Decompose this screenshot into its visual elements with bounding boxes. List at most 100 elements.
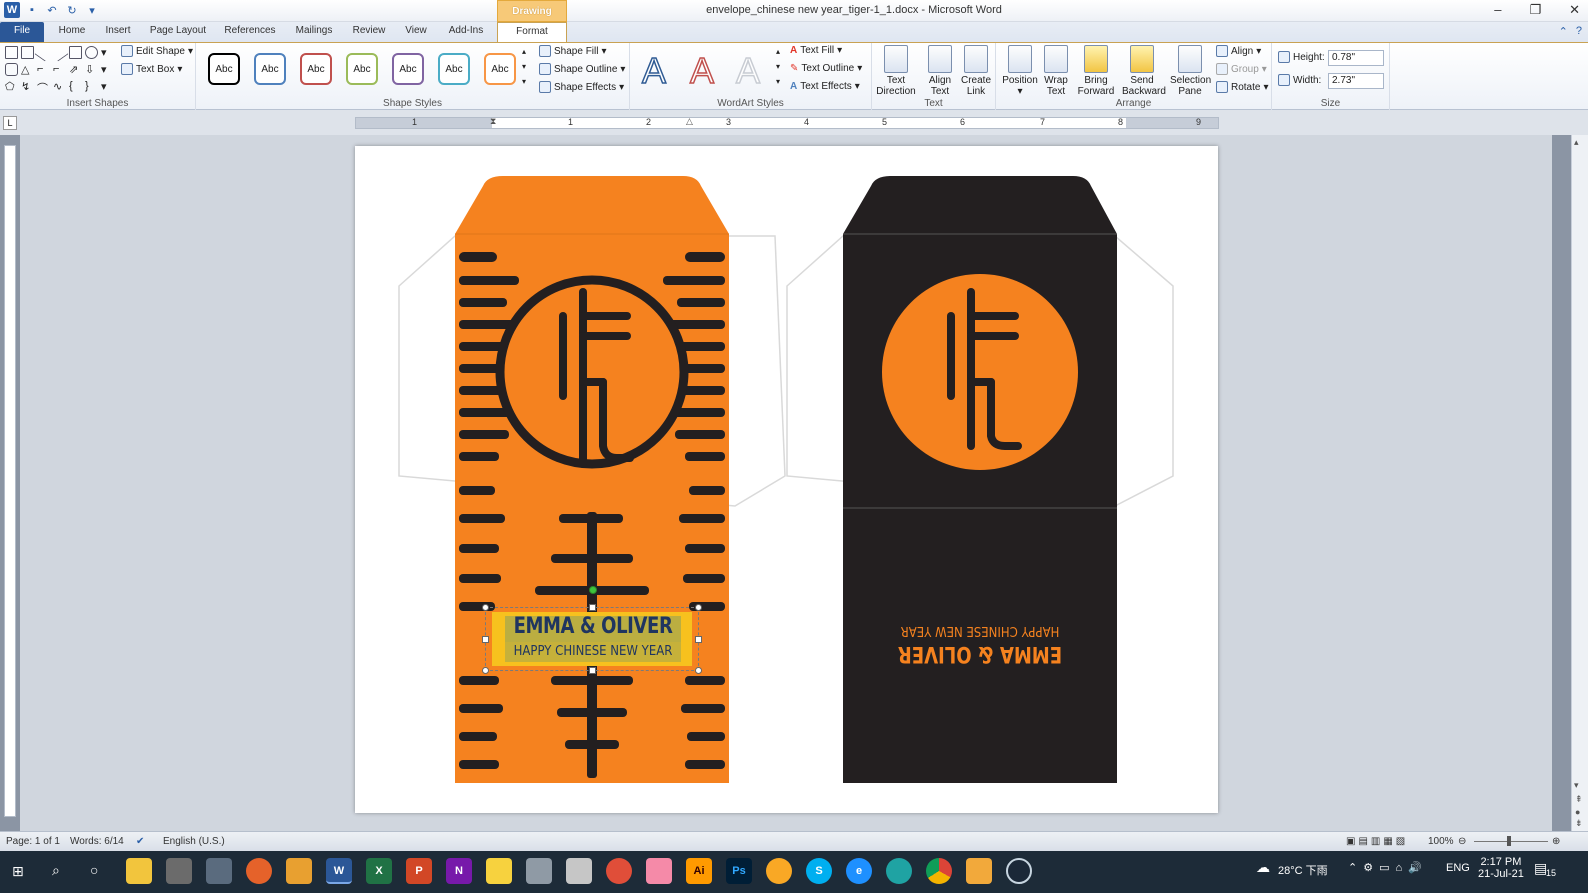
width-input[interactable]: 2.73" (1328, 73, 1384, 89)
weather-icon[interactable]: ☁ (1256, 859, 1270, 876)
shape-style-sample-4[interactable]: Abc (346, 53, 378, 85)
back-envelope[interactable] (843, 176, 1117, 783)
shape-style-sample-2[interactable]: Abc (254, 53, 286, 85)
input-language[interactable]: ENG (1446, 862, 1470, 874)
right-indent-marker-icon[interactable]: △ (686, 116, 693, 127)
app-icon[interactable] (246, 858, 272, 884)
text-box-button[interactable]: Text Box ▾ (121, 63, 182, 75)
start-icon[interactable]: ⊞ (12, 863, 24, 880)
search-icon[interactable]: ⌕ (52, 862, 60, 879)
word-taskbar-icon[interactable]: W (326, 858, 352, 884)
tab-mailings[interactable]: Mailings (292, 22, 336, 42)
shapes-gallery[interactable]: ▾ △ ⌐ ⌐ ⇗ ⇩ ▾ ⬠ ↯ ⌒ ∿{} ▾ (5, 43, 115, 96)
horizontal-ruler[interactable]: 1 1 2 3 4 5 6 7 8 9 ⧗ △ (355, 116, 1219, 129)
align-text-button[interactable]: Align Text (920, 45, 960, 97)
tab-insert[interactable]: Insert (100, 22, 136, 42)
selection-pane-button[interactable]: Selection Pane (1170, 45, 1211, 97)
selected-text-box[interactable]: EMMA & OLIVER HAPPY CHINESE NEW YEAR (482, 586, 702, 674)
tab-format[interactable]: Format (497, 22, 567, 42)
resize-handle[interactable] (482, 636, 489, 643)
next-page-icon[interactable]: ⇟ (1575, 818, 1583, 829)
steam-icon[interactable] (1006, 858, 1032, 884)
zoom-slider-thumb[interactable] (1507, 836, 1511, 846)
front-envelope[interactable] (455, 176, 729, 783)
app-icon[interactable] (166, 858, 192, 884)
rotate-handle[interactable] (589, 586, 597, 594)
app-icon[interactable] (606, 858, 632, 884)
position-button[interactable]: Position ▾ (1000, 45, 1040, 97)
store-icon[interactable] (206, 858, 232, 884)
edit-shape-button[interactable]: Edit Shape ▾ (121, 45, 193, 57)
weather-text[interactable]: 28°C 下雨 (1278, 862, 1328, 878)
wordart-style-3[interactable]: A (735, 49, 761, 92)
rotate-button[interactable]: Rotate ▾ (1216, 81, 1269, 93)
browser-icon[interactable] (766, 858, 792, 884)
app-icon[interactable] (526, 858, 552, 884)
wordart-style-2[interactable]: A (689, 49, 715, 92)
wrap-text-button[interactable]: Wrap Text (1036, 45, 1076, 97)
app-icon[interactable] (966, 858, 992, 884)
language-indicator[interactable]: English (U.S.) (163, 836, 225, 847)
shape-style-sample-6[interactable]: Abc (438, 53, 470, 85)
zoom-out-icon[interactable]: ⊖ (1458, 836, 1466, 847)
shape-style-sample-3[interactable]: Abc (300, 53, 332, 85)
previous-page-icon[interactable]: ⇞ (1575, 794, 1583, 805)
tab-references[interactable]: References (222, 22, 278, 42)
resize-handle[interactable] (695, 667, 702, 674)
excel-icon[interactable]: X (366, 858, 392, 884)
minimize-icon[interactable]: – (1494, 2, 1501, 18)
wordart-style-1[interactable]: A (641, 49, 667, 92)
shape-effects-button[interactable]: Shape Effects ▾ (539, 81, 624, 93)
onenote-icon[interactable]: N (446, 858, 472, 884)
cortana-icon[interactable]: ○ (90, 862, 98, 878)
browse-object-icon[interactable]: ● (1575, 807, 1580, 817)
text-fill-button[interactable]: A Text Fill ▾ (790, 45, 842, 56)
restore-icon[interactable]: ❐ (1529, 2, 1541, 18)
text-effects-button[interactable]: A Text Effects ▾ (790, 81, 860, 92)
resize-handle[interactable] (482, 667, 489, 674)
internet-explorer-icon[interactable]: e (846, 858, 872, 884)
ribbon-minimize-icon[interactable]: ⌃ (1559, 25, 1568, 38)
vertical-ruler[interactable] (4, 145, 16, 817)
resize-handle[interactable] (695, 636, 702, 643)
wordart-scroll[interactable]: ▴ ▾ ▾ (776, 47, 780, 86)
document-page[interactable]: EMMA & OLIVER HAPPY CHINESE NEW YEAR EMM… (355, 146, 1218, 813)
chrome-icon[interactable] (926, 858, 952, 884)
group-button[interactable]: Group ▾ (1216, 63, 1267, 75)
resize-handle[interactable] (589, 604, 596, 611)
tab-selector[interactable]: L (3, 116, 17, 130)
resize-handle[interactable] (482, 604, 489, 611)
front-greeting-text[interactable]: HAPPY CHINESE NEW YEAR (497, 644, 690, 659)
illustrator-icon[interactable]: Ai (686, 858, 712, 884)
shape-style-sample-7[interactable]: Abc (484, 53, 516, 85)
shape-styles-scroll[interactable]: ▴ ▾ ▾ (522, 47, 526, 86)
system-tray-icons[interactable]: ⌃⚙▭⌂🔊 (1348, 861, 1428, 874)
create-link-button[interactable]: Create Link (956, 45, 996, 97)
tab-add-ins[interactable]: Add-Ins (444, 22, 488, 42)
help-icon[interactable]: ? (1576, 25, 1582, 38)
height-input[interactable]: 0.78" (1328, 50, 1384, 66)
text-outline-button[interactable]: ✎ Text Outline ▾ (790, 63, 862, 74)
align-button[interactable]: Align ▾ (1216, 45, 1261, 57)
word-count[interactable]: Words: 6/14 (70, 836, 124, 847)
resize-handle[interactable] (589, 667, 596, 674)
view-buttons[interactable]: ▣▤▥▦▧ (1346, 836, 1408, 847)
clock[interactable]: 2:17 PM 21-Jul-21 (1478, 856, 1524, 880)
tab-page-layout[interactable]: Page Layout (148, 22, 208, 42)
sticky-notes-icon[interactable] (486, 858, 512, 884)
skype-icon[interactable]: S (806, 858, 832, 884)
app-icon[interactable] (566, 858, 592, 884)
bring-forward-button[interactable]: Bring Forward (1076, 45, 1116, 97)
tab-review[interactable]: Review (350, 22, 388, 42)
file-explorer-icon[interactable] (126, 858, 152, 884)
tab-view[interactable]: View (400, 22, 432, 42)
send-backward-button[interactable]: Send Backward (1122, 45, 1166, 97)
resize-handle[interactable] (695, 604, 702, 611)
text-direction-button[interactable]: Text Direction (876, 45, 916, 97)
tab-file[interactable]: File (0, 22, 44, 42)
close-icon[interactable]: ✕ (1569, 2, 1580, 18)
zoom-in-icon[interactable]: ⊕ (1552, 836, 1560, 847)
front-names-text[interactable]: EMMA & OLIVER (505, 614, 680, 639)
powerpoint-icon[interactable]: P (406, 858, 432, 884)
proofing-icon[interactable]: ✔ (136, 836, 144, 847)
